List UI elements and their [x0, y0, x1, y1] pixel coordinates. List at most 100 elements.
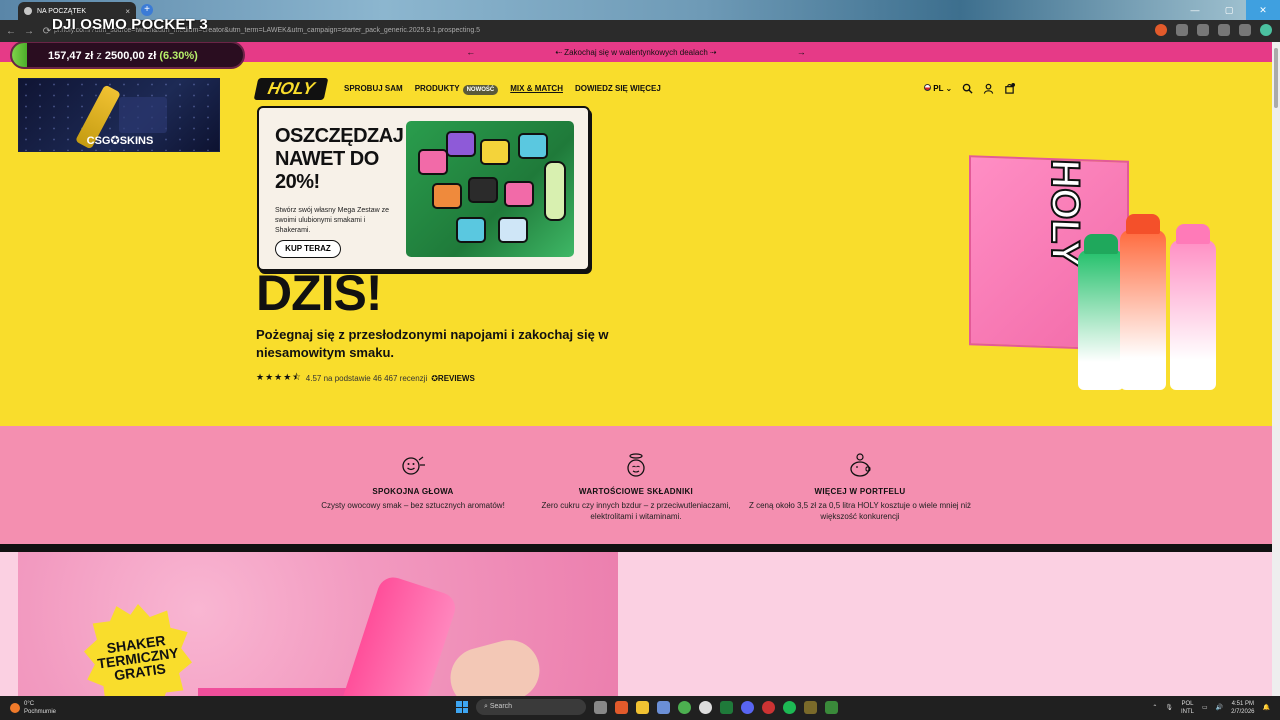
cart-icon[interactable] [1004, 83, 1016, 94]
brave-icon[interactable] [615, 700, 628, 714]
main-nav: SPROBUJ SAM PRODUKTY NOWOŚĆ MIX & MATCH D… [344, 84, 661, 95]
new-badge: NOWOŚĆ [462, 85, 499, 95]
tab-favicon-icon [24, 7, 32, 15]
piggy-bank-icon [850, 453, 871, 477]
spotify-icon[interactable] [783, 700, 796, 714]
reviews-logo[interactable]: ✪REVIEWS [431, 374, 475, 383]
lang2: INTL [1180, 709, 1194, 715]
notifications-icon[interactable]: 🔔 [1263, 704, 1270, 712]
taskbar-search[interactable]: ⌕ Search [476, 699, 586, 715]
stream-goal-text: 157,47 zł z 2500,00 zł (6.30%) [48, 50, 198, 62]
feature-title: SPOKOJNA GŁOWA [372, 487, 454, 496]
nav-produkty[interactable]: PRODUKTY NOWOŚĆ [414, 84, 499, 95]
url-field[interactable]: pl.holy.com/?utm_source=twitch&utm_mediu… [54, 24, 1134, 38]
system-tray: ⌃ 🎙 POL INTL ▭ 🔊 4:51 PM 2/7/2026 🔔 [1152, 700, 1270, 716]
back-icon[interactable]: ← [4, 26, 18, 37]
tray-chevron-icon[interactable]: ⌃ [1152, 704, 1157, 712]
volume-icon[interactable]: 🔊 [1216, 704, 1223, 712]
extension-icon[interactable] [1239, 24, 1251, 36]
app-icon[interactable] [762, 700, 775, 714]
hero-product-image: HOLY [960, 150, 1260, 400]
dropdown-description: Stwórz swój własny Mega Zestaw ze swoimi… [275, 207, 389, 234]
jar-image [498, 217, 528, 243]
account-icon[interactable] [983, 83, 994, 94]
site-header: HOLY SPROBUJ SAM PRODUKTY NOWOŚĆ MIX & MA… [253, 78, 1256, 104]
jar-image [468, 177, 498, 203]
window-controls: — ▢ ✕ [1178, 0, 1280, 20]
scrollbar-thumb[interactable] [1274, 48, 1278, 108]
shaker-promo-image[interactable]: SHAKER TERMICZNY GRATIS [18, 552, 618, 696]
bottle-image [544, 161, 566, 221]
obs-icon[interactable] [699, 700, 712, 714]
excel-icon[interactable] [720, 700, 733, 714]
promo-text[interactable]: ⇠ Zakochaj się w walentynkowych dealach … [555, 48, 716, 57]
feature-title: WIĘCEJ W PORTFELU [814, 487, 906, 496]
extension-icons [1155, 24, 1272, 36]
tab-close-icon[interactable]: × [125, 7, 130, 16]
header-icons: PL ⌄ [924, 83, 1016, 94]
nav-sprobuj-sam[interactable]: SPROBUJ SAM [344, 84, 403, 93]
jar-image [480, 139, 510, 165]
shaker-promo-section: SHAKER TERMICZNY GRATIS [0, 552, 1272, 696]
feature-3: WIĘCEJ W PORTFELU Z ceną około 3,5 zł za… [745, 452, 975, 522]
profile-icon[interactable] [1260, 24, 1272, 36]
nav-produkty-label: PRODUKTY [414, 84, 460, 93]
holy-logo[interactable]: HOLY [253, 78, 329, 100]
promo-prev-icon[interactable]: ← [466, 47, 475, 57]
mix-match-dropdown: OSZCZĘDZAJ NAWET DO 20%! Stwórz swój wła… [257, 106, 590, 271]
forward-icon[interactable]: → [22, 26, 36, 37]
photos-icon[interactable] [657, 700, 670, 714]
new-tab-button[interactable]: + [141, 4, 153, 16]
promo-next-icon[interactable]: → [797, 47, 806, 57]
kup-teraz-button[interactable]: KUP TERAZ [275, 240, 341, 258]
chrome-icon[interactable] [678, 700, 691, 714]
webpage: ← ⇠ Zakochaj się w walentynkowych dealac… [0, 42, 1272, 696]
time: 4:51 PM [1231, 701, 1255, 707]
page-scrollbar[interactable] [1272, 42, 1280, 696]
clock[interactable]: 4:51 PM 2/7/2026 [1231, 700, 1254, 716]
extension-icon[interactable] [1155, 24, 1167, 36]
app-icon[interactable] [804, 700, 817, 714]
jar-image [418, 149, 448, 175]
halo-face-icon [627, 453, 645, 477]
extension-icon[interactable] [1218, 24, 1230, 36]
rating-text[interactable]: 4.57 na podstawie 46 467 recenzji [306, 374, 427, 383]
weather-icon [10, 703, 20, 713]
file-explorer-icon[interactable] [636, 700, 649, 714]
feature-description: Czysty owocowy smak – bez sztucznych aro… [321, 501, 505, 510]
feature-2: WARTOŚCIOWE SKŁADNIKI Zero cukru czy inn… [521, 452, 751, 522]
minecraft-icon[interactable] [825, 700, 838, 714]
task-view-icon[interactable] [594, 700, 607, 714]
language-selector[interactable]: PL ⌄ [924, 84, 952, 93]
extension-icon[interactable] [1176, 24, 1188, 36]
section-divider [0, 544, 1272, 552]
language-indicator[interactable]: POL INTL [1181, 700, 1194, 716]
nav-mix-match[interactable]: MIX & MATCH [510, 84, 563, 93]
jar-image [432, 183, 462, 209]
nav-dowiedz-sie[interactable]: DOWIEDZ SIĘ WIĘCEJ [575, 84, 661, 93]
goal-percent: (6.30%) [159, 50, 198, 62]
smiley-icon [402, 456, 425, 475]
maximize-icon[interactable]: ▢ [1212, 0, 1246, 20]
discord-icon[interactable] [741, 700, 754, 714]
stream-goal-bar: 157,47 zł z 2500,00 zł (6.30%) [10, 42, 245, 69]
mega-set-image[interactable] [406, 121, 574, 257]
thermal-shaker-image [336, 573, 460, 696]
windows-start-icon[interactable] [456, 701, 468, 713]
weather-text: 0°C Pochmurnie [24, 700, 56, 716]
goal-target: 2500,00 zł [104, 50, 157, 62]
search-icon[interactable] [962, 83, 973, 94]
stream-overlay-title: DJI OSMO POCKET 3 [52, 16, 208, 33]
rating-stars: ★★★★⯪ [256, 372, 302, 382]
stream-goal-fill [12, 43, 27, 67]
gratis-badge-text: SHAKER TERMICZNY GRATIS [96, 632, 180, 684]
microphone-icon[interactable]: 🎙 [1165, 704, 1173, 712]
taskbar-search-label: Search [489, 703, 513, 710]
weather-widget[interactable]: 0°C Pochmurnie [10, 700, 56, 716]
lang1: POL [1181, 701, 1194, 707]
network-icon[interactable]: ▭ [1202, 704, 1208, 712]
minimize-icon[interactable]: — [1178, 0, 1212, 20]
close-window-icon[interactable]: ✕ [1246, 0, 1280, 20]
goal-current: 157,47 zł [48, 50, 94, 62]
extension-icon[interactable] [1197, 24, 1209, 36]
